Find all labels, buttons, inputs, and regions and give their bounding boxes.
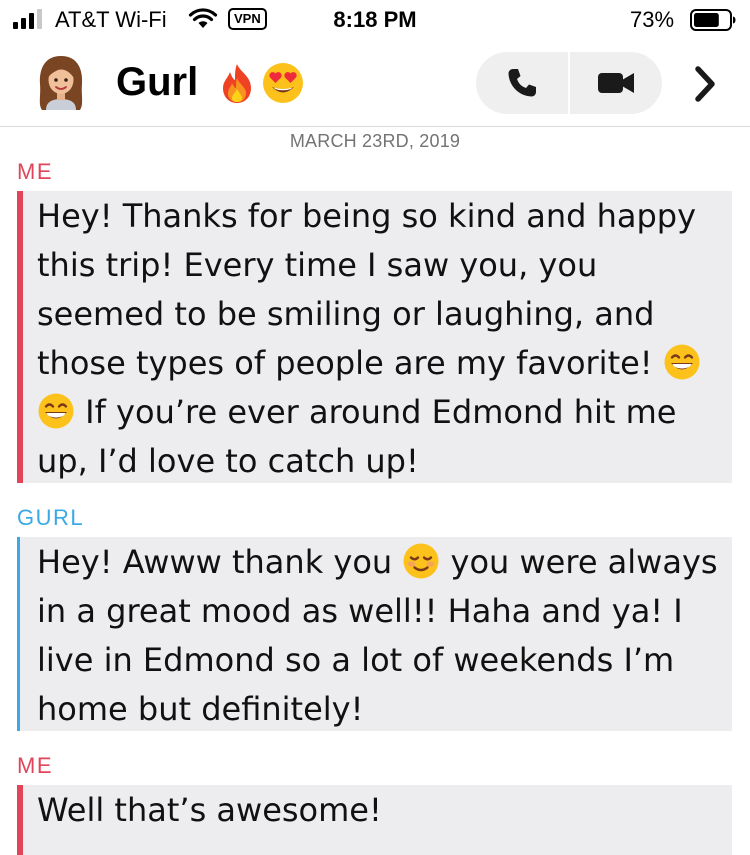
date-separator: MARCH 23RD, 2019 — [289, 131, 461, 151]
heart-eyes-emoji — [263, 63, 303, 103]
sender-label-me: ME — [17, 753, 53, 778]
call-actions — [476, 52, 662, 114]
sender-label-friend: GURL — [17, 505, 85, 530]
message-text: Well that’s awesome! — [37, 791, 382, 829]
message-bubble[interactable]: Hey! Awww thank you you were always in a… — [17, 537, 732, 731]
battery-percentage: 73% — [630, 7, 675, 32]
grinning-face-emoji — [38, 393, 74, 429]
message-text: Hey! Awww thank you — [37, 543, 403, 581]
phone-icon — [508, 69, 536, 97]
audio-call-button[interactable] — [476, 52, 568, 114]
video-call-button[interactable] — [570, 52, 662, 114]
chat-header: Gurl — [0, 40, 750, 127]
video-camera-icon — [598, 73, 634, 93]
message-bubble[interactable]: Hey! Thanks for being so kind and happy … — [17, 191, 732, 483]
avatar[interactable] — [28, 50, 94, 116]
smiling-face-emoji — [403, 543, 439, 579]
message-bubble[interactable]: Well that’s awesome! — [17, 785, 732, 855]
sender-label-me: ME — [17, 159, 53, 184]
grinning-face-emoji — [664, 344, 700, 380]
chat-title[interactable]: Gurl — [116, 60, 198, 105]
message-text: If you’re ever around Edmond hit me up, … — [37, 393, 677, 480]
message-text: Hey! Thanks for being so kind and happy … — [37, 197, 697, 382]
chevron-right-icon[interactable] — [690, 64, 720, 104]
battery-icon — [690, 9, 736, 31]
status-bar: AT&T Wi-Fi VPN 8:18 PM 73% — [0, 0, 750, 40]
fire-emoji — [223, 64, 251, 103]
